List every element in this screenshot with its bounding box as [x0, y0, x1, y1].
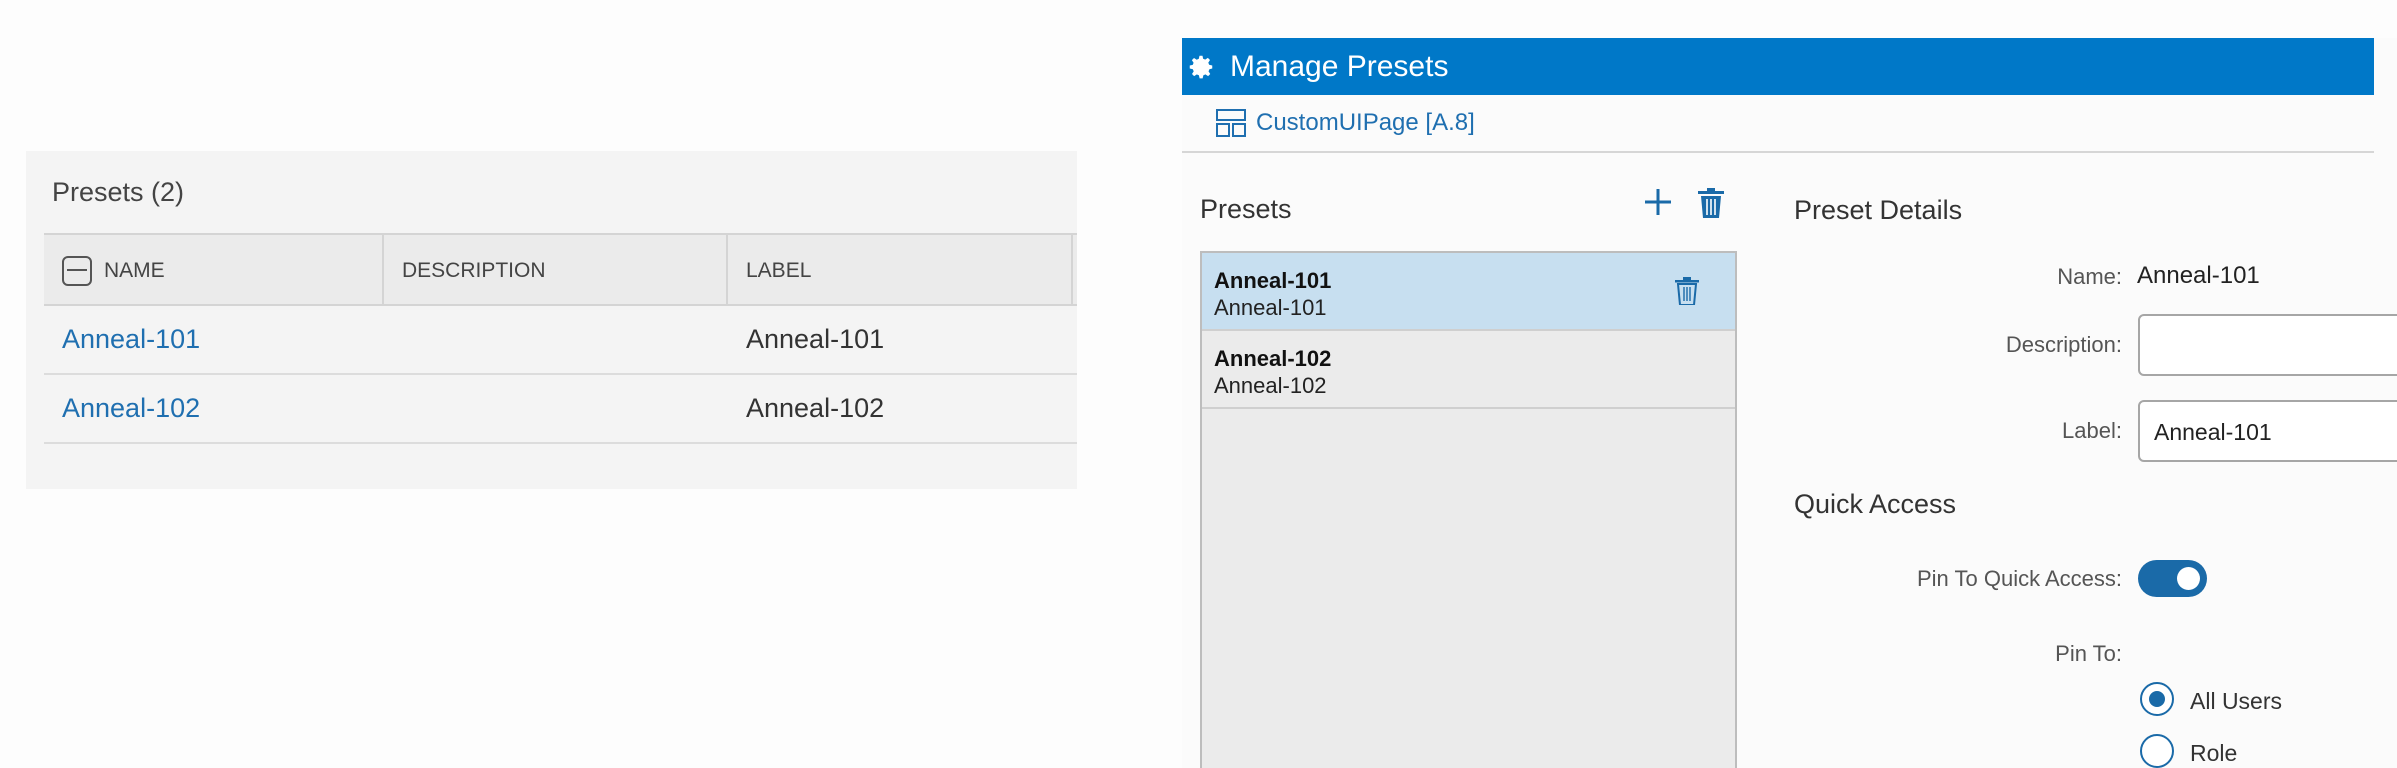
radio-all-users[interactable]: [2140, 682, 2174, 716]
breadcrumb-label[interactable]: CustomUIPage [A.8]: [1256, 109, 1475, 137]
list-item-name: Anneal-101: [1214, 268, 1332, 293]
name-field-label: Name:: [2057, 264, 2122, 289]
presets-table-panel: Presets (2) NAME DESCRIPTION LABEL Annea…: [26, 151, 1077, 489]
column-header-description-label: DESCRIPTION: [402, 258, 546, 282]
preset-name-link[interactable]: Anneal-102: [62, 375, 200, 442]
description-field-label: Description:: [2005, 332, 2122, 357]
dialog-titlebar: Manage Presets: [1182, 38, 2374, 95]
dialog-title: Manage Presets: [1230, 49, 1449, 83]
presets-table: NAME DESCRIPTION LABEL Anneal-101 Anneal…: [44, 233, 1077, 444]
trash-icon[interactable]: [1698, 188, 1724, 218]
presets-list-title: Presets: [1200, 194, 1292, 224]
preset-label-cell: Anneal-101: [746, 324, 885, 354]
presets-table-title: Presets (2): [52, 177, 185, 207]
presets-list: Anneal-101 Anneal-101 Anneal-102 Anneal-…: [1200, 251, 1737, 768]
radio-role-label[interactable]: Role: [2190, 740, 2237, 767]
plus-icon[interactable]: [1642, 186, 1674, 218]
label-input[interactable]: Anneal-101: [2138, 400, 2397, 462]
table-header: NAME DESCRIPTION LABEL: [44, 233, 1077, 306]
pin-to-quick-access-toggle[interactable]: [2138, 560, 2207, 597]
toggle-knob: [2177, 567, 2200, 590]
column-header-description[interactable]: DESCRIPTION: [384, 235, 728, 306]
pin-to-label: Pin To:: [2055, 641, 2122, 666]
table-row[interactable]: Anneal-101 Anneal-101: [44, 306, 1077, 375]
list-item-label: Anneal-102: [1214, 373, 1327, 398]
gear-icon: [1189, 55, 1213, 78]
trash-icon[interactable]: [1675, 277, 1699, 305]
radio-role[interactable]: [2140, 734, 2174, 768]
table-row[interactable]: Anneal-102 Anneal-102: [44, 375, 1077, 444]
preset-name-link[interactable]: Anneal-101: [62, 306, 200, 373]
pin-to-quick-access-label: Pin To Quick Access:: [1916, 566, 2122, 591]
list-item-label: Anneal-101: [1214, 295, 1327, 320]
minus-square-icon[interactable]: [62, 255, 92, 286]
quick-access-title: Quick Access: [1794, 489, 1957, 519]
column-header-name-label: NAME: [104, 258, 165, 282]
column-header-name[interactable]: NAME: [44, 235, 384, 306]
page-layout-icon: [1216, 109, 1246, 137]
column-header-label-label: LABEL: [746, 258, 812, 282]
description-input[interactable]: [2138, 314, 2397, 376]
breadcrumb[interactable]: CustomUIPage [A.8]: [1182, 95, 2374, 153]
list-item-anneal-102[interactable]: Anneal-102 Anneal-102: [1202, 331, 1735, 409]
list-item-anneal-101[interactable]: Anneal-101 Anneal-101: [1202, 253, 1735, 331]
label-field-label: Label:: [2062, 418, 2122, 443]
preset-details-title: Preset Details: [1794, 195, 1963, 225]
list-item-name: Anneal-102: [1214, 346, 1332, 371]
manage-presets-dialog: Manage Presets CustomUIPage [A.8] Preset…: [1182, 38, 2397, 768]
preset-label-cell: Anneal-102: [746, 393, 885, 423]
column-header-label[interactable]: LABEL: [728, 235, 1073, 306]
name-value: Anneal-101: [2137, 262, 2260, 289]
radio-all-users-label[interactable]: All Users: [2190, 688, 2282, 715]
